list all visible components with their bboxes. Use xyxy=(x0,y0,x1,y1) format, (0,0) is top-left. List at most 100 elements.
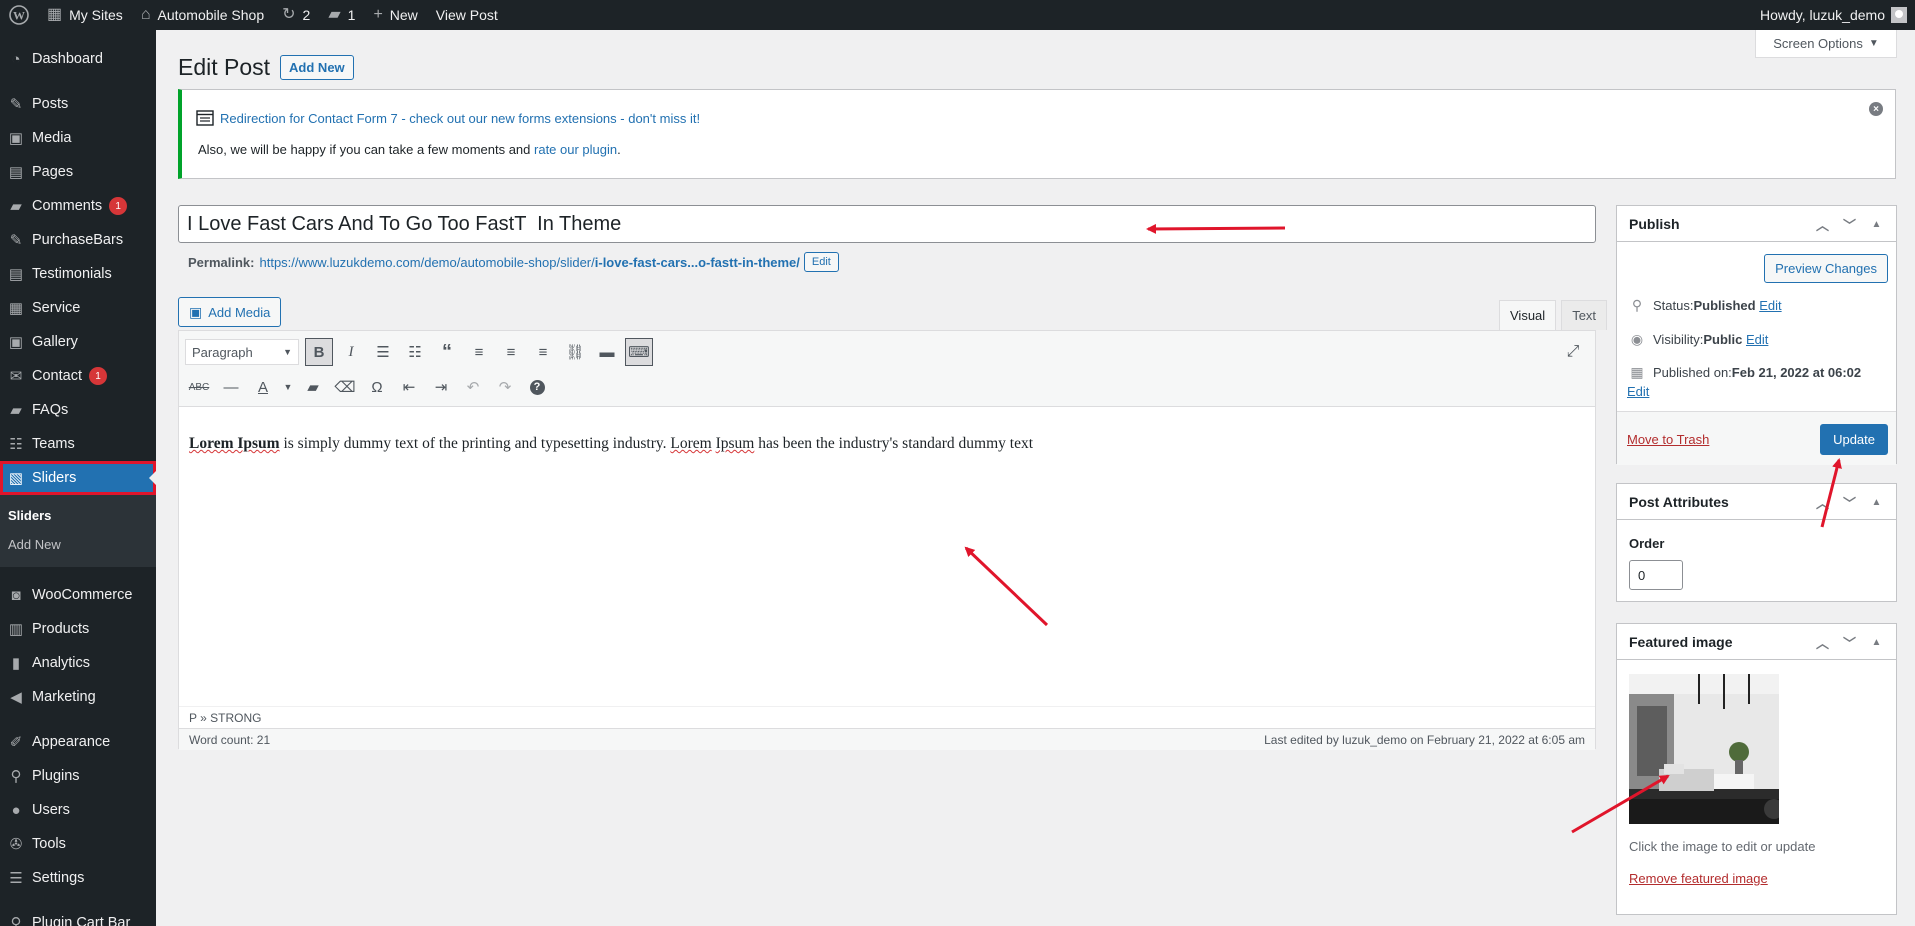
chevron-down-icon[interactable]: ﹀ xyxy=(1836,215,1863,234)
strikethrough-icon[interactable]: ABC xyxy=(185,373,213,401)
permalink-edit-button[interactable]: Edit xyxy=(803,252,839,272)
sidebar-item-comments[interactable]: ▰ Comments 1 xyxy=(0,189,156,223)
content-text-misspelled: Ipsum xyxy=(715,435,755,452)
sidebar-item-users[interactable]: ● Users xyxy=(0,793,156,827)
sidebar-item-faqs[interactable]: ▰ FAQs xyxy=(0,393,156,427)
indent-icon[interactable]: ⇥ xyxy=(427,373,455,401)
view-post-link[interactable]: View Post xyxy=(427,0,507,30)
sidebar-item-purchasebars[interactable]: ✎ PurchaseBars xyxy=(0,223,156,257)
sidebar-item-appearance[interactable]: ✐ Appearance xyxy=(0,725,156,759)
align-center-icon[interactable]: ≡ xyxy=(497,338,525,366)
woo-icon: ◙ xyxy=(11,586,21,604)
help-icon[interactable]: ? xyxy=(523,373,551,401)
undo-icon[interactable]: ↶ xyxy=(459,373,487,401)
fullscreen-icon[interactable]: ⤢ xyxy=(1559,338,1587,366)
dismiss-icon[interactable]: × xyxy=(1869,102,1883,116)
chevron-up-icon[interactable]: ︿ xyxy=(1809,493,1836,512)
featured-image-thumbnail[interactable] xyxy=(1629,674,1779,824)
sidebar-item-posts[interactable]: ✎ Posts xyxy=(0,87,156,121)
rate-plugin-link[interactable]: rate our plugin xyxy=(534,142,617,157)
bold-icon[interactable]: B xyxy=(305,338,333,366)
new-content-menu[interactable]: + New xyxy=(364,0,426,30)
comments-menu[interactable]: ▰ 1 xyxy=(319,0,364,30)
link-icon[interactable]: ⛓ xyxy=(561,338,589,366)
sidebar-item-contact[interactable]: ✉ Contact 1 xyxy=(0,359,156,393)
toggle-triangle-icon[interactable]: ▲ xyxy=(1863,219,1890,230)
sidebar-item-analytics[interactable]: ▮ Analytics xyxy=(0,646,156,680)
sidebar-item-media[interactable]: ▣ Media xyxy=(0,121,156,155)
sidebar-item-marketing[interactable]: ◀ Marketing xyxy=(0,680,156,714)
toolbar-toggle-icon[interactable]: ⌨ xyxy=(625,338,653,366)
post-status: ⚲ Status: Published Edit xyxy=(1629,297,1782,314)
visibility-edit-link[interactable]: Edit xyxy=(1746,332,1768,347)
toggle-triangle-icon[interactable]: ▲ xyxy=(1863,637,1890,648)
sidebar-item-plugins[interactable]: ⚲ Plugins xyxy=(0,759,156,793)
permalink: Permalink: https://www.luzukdemo.com/dem… xyxy=(188,252,839,272)
update-button[interactable]: Update xyxy=(1820,424,1888,455)
sidebar-item-label: PurchaseBars xyxy=(32,232,124,248)
post-attributes-header[interactable]: Post Attributes ︿ ﹀ ▲ xyxy=(1617,484,1896,520)
featured-image-header[interactable]: Featured image ︿ ﹀ ▲ xyxy=(1617,624,1896,660)
horizontal-line-icon[interactable]: — xyxy=(217,373,245,401)
order-input[interactable]: 0 xyxy=(1629,560,1683,590)
paste-text-icon[interactable]: ▰ xyxy=(299,373,327,401)
chevron-down-icon[interactable]: ﹀ xyxy=(1836,493,1863,512)
submenu-item-sliders[interactable]: Sliders xyxy=(0,501,156,530)
italic-icon[interactable]: I xyxy=(337,338,365,366)
remove-featured-image-link[interactable]: Remove featured image xyxy=(1629,871,1768,886)
chevron-down-icon[interactable]: ﹀ xyxy=(1836,633,1863,652)
read-more-icon[interactable]: ▬ xyxy=(593,338,621,366)
clear-formatting-icon[interactable]: ⌫ xyxy=(331,373,359,401)
sidebar-item-testimonials[interactable]: ▤ Testimonials xyxy=(0,257,156,291)
sidebar-item-products[interactable]: ▥ Products xyxy=(0,612,156,646)
redo-icon[interactable]: ↷ xyxy=(491,373,519,401)
screen-options-button[interactable]: Screen Options ▼ xyxy=(1755,30,1897,58)
sidebar-item-woocommerce[interactable]: ◙ WooCommerce xyxy=(0,578,156,612)
permalink-link[interactable]: https://www.luzukdemo.com/demo/automobil… xyxy=(259,255,799,270)
my-sites-menu[interactable]: ▦ My Sites xyxy=(38,0,132,30)
add-new-button[interactable]: Add New xyxy=(280,55,354,80)
post-title-input[interactable]: I Love Fast Cars And To Go Too FastT In … xyxy=(178,205,1596,243)
chevron-up-icon[interactable]: ︿ xyxy=(1809,215,1836,234)
products-icon: ▥ xyxy=(8,621,24,638)
sidebar-item-dashboard[interactable]: ◔ Dashboard xyxy=(0,42,156,76)
notice-link[interactable]: Redirection for Contact Form 7 - check o… xyxy=(220,111,700,126)
chevron-up-icon[interactable]: ︿ xyxy=(1809,633,1836,652)
submenu-item-add-new[interactable]: Add New xyxy=(0,530,156,559)
preview-changes-button[interactable]: Preview Changes xyxy=(1764,254,1888,283)
text-color-icon[interactable]: A xyxy=(249,373,277,401)
sidebar-item-teams[interactable]: ☷ Teams xyxy=(0,427,156,461)
align-right-icon[interactable]: ≡ xyxy=(529,338,557,366)
add-media-button[interactable]: ▣ Add Media xyxy=(178,297,282,327)
toggle-triangle-icon[interactable]: ▲ xyxy=(1863,497,1890,508)
date-edit-link[interactable]: Edit xyxy=(1627,384,1649,399)
editor-content[interactable]: Lorem Ipsum is simply dummy text of the … xyxy=(179,407,1595,481)
bullet-list-icon[interactable]: ☰ xyxy=(369,338,397,366)
updates-menu[interactable]: ↻ 2 xyxy=(273,0,319,30)
sidebar-item-gallery[interactable]: ▣ Gallery xyxy=(0,325,156,359)
updates-count: 2 xyxy=(302,7,311,23)
sidebar-item-tools[interactable]: ✇ Tools xyxy=(0,827,156,861)
numbered-list-icon[interactable]: ☷ xyxy=(401,338,429,366)
format-select[interactable]: Paragraph ▼ xyxy=(185,339,299,365)
caret-down-icon[interactable]: ▼ xyxy=(281,373,295,401)
sidebar-item-pages[interactable]: ▤ Pages xyxy=(0,155,156,189)
sidebar-item-plugin-cart-bar[interactable]: ⚲ Plugin Cart Bar xyxy=(0,906,156,926)
blockquote-icon[interactable]: “ xyxy=(433,338,461,366)
wordpress-logo-icon[interactable]: W xyxy=(0,0,38,30)
sidebar-item-service[interactable]: ▦ Service xyxy=(0,291,156,325)
sidebar-item-label: Media xyxy=(32,130,72,146)
align-left-icon[interactable]: ≡ xyxy=(465,338,493,366)
account-menu[interactable]: Howdy, luzuk_demo xyxy=(1751,0,1915,30)
status-edit-link[interactable]: Edit xyxy=(1759,298,1781,313)
move-to-trash-link[interactable]: Move to Trash xyxy=(1627,432,1709,447)
publish-box-header[interactable]: Publish ︿ ﹀ ▲ xyxy=(1617,206,1896,242)
site-name-menu[interactable]: ⌂ Automobile Shop xyxy=(132,0,273,30)
special-character-icon[interactable]: Ω xyxy=(363,373,391,401)
tab-visual[interactable]: Visual xyxy=(1499,300,1557,330)
outdent-icon[interactable]: ⇤ xyxy=(395,373,423,401)
tab-text[interactable]: Text xyxy=(1561,300,1608,330)
sidebar-item-sliders[interactable]: ▧ Sliders xyxy=(0,461,156,495)
sidebar-item-settings[interactable]: ☰ Settings xyxy=(0,861,156,895)
pages-icon: ▤ xyxy=(8,266,24,283)
